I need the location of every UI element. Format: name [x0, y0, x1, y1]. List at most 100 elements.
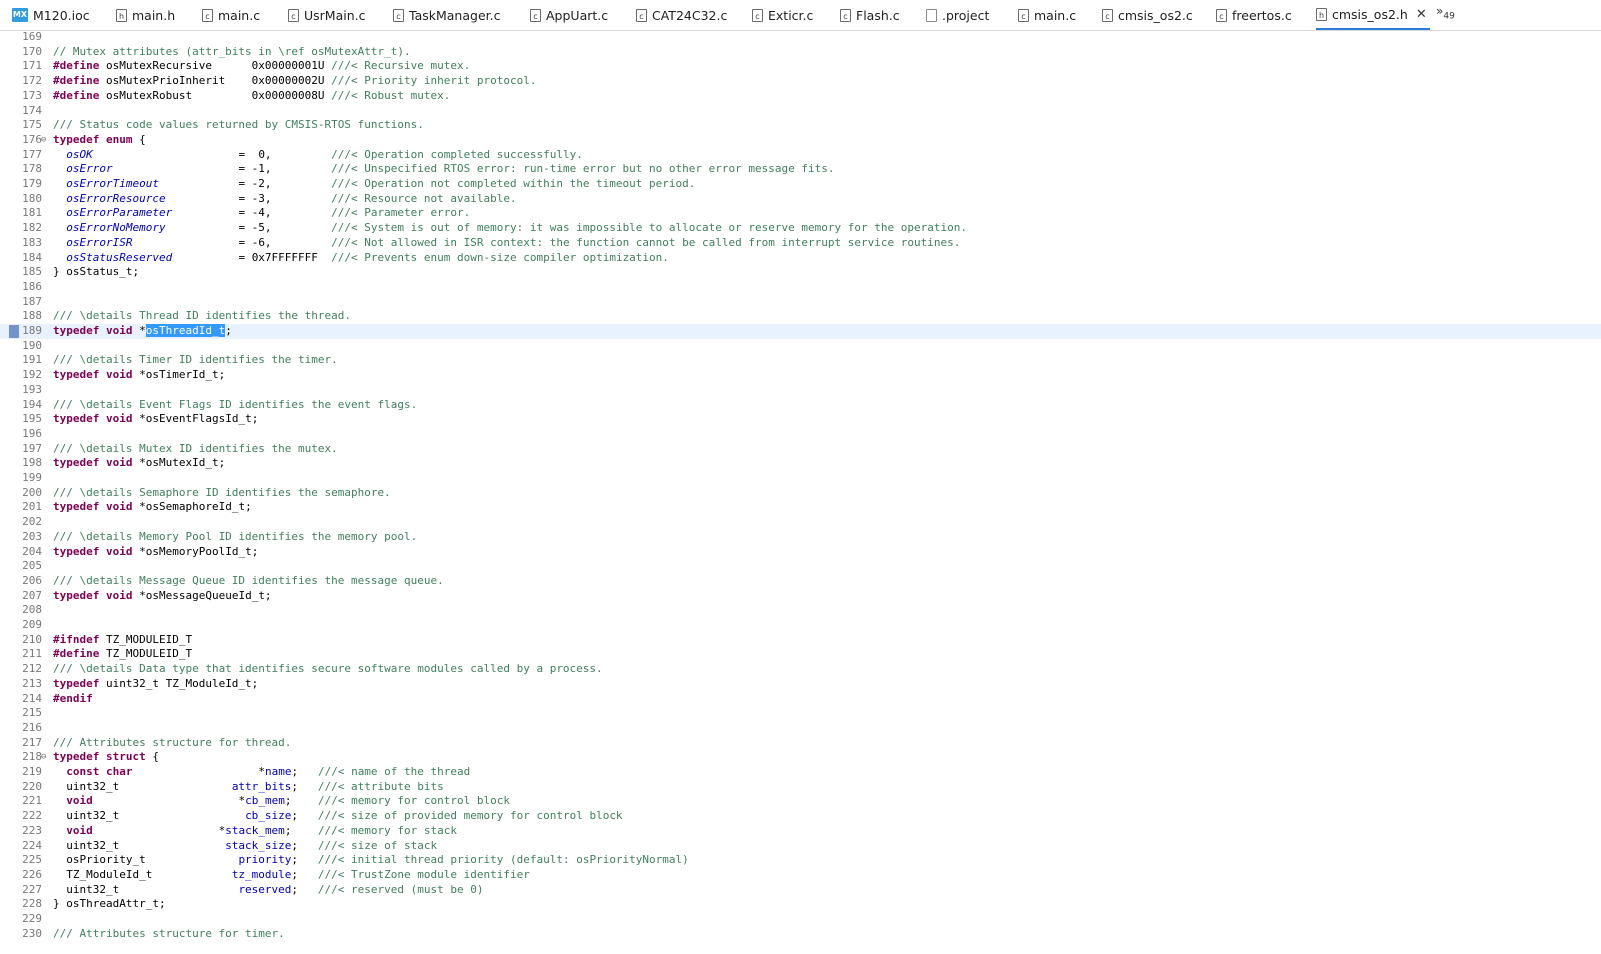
tab-usrmain-c[interactable]: c UsrMain.c — [288, 0, 388, 30]
tab-m120-ioc[interactable]: MX M120.ioc — [12, 0, 110, 30]
tab-main-h[interactable]: h main.h — [116, 0, 198, 30]
c-file-icon: c — [1216, 8, 1227, 22]
code-line[interactable]: 227 uint32_t reserved; ///< reserved (mu… — [0, 883, 1601, 898]
code-line[interactable]: 178 osError = -1, ///< Unspecified RTOS … — [0, 162, 1601, 177]
code-line[interactable]: 169 — [0, 30, 1601, 45]
code-line[interactable]: 201 typedef void *osSemaphoreId_t; — [0, 500, 1601, 515]
code-line[interactable]: 223 void *stack_mem; ///< memory for sta… — [0, 824, 1601, 839]
c-file-icon: c — [752, 8, 763, 22]
code-line[interactable]: 173 #define osMutexRobust 0x00000008U ///… — [0, 89, 1601, 104]
code-line[interactable]: 200 /// \details Semaphore ID identifies … — [0, 486, 1601, 501]
code-line[interactable]: 226 TZ_ModuleId_t tz_module; ///< TrustZ… — [0, 868, 1601, 883]
code-text: osErrorNoMemory = -5, ///< System is out… — [66, 221, 967, 235]
line-number: 204 — [22, 544, 42, 558]
code-line[interactable]: 214 #endif — [0, 692, 1601, 707]
tab-freertos-c[interactable]: c freertos.c — [1216, 0, 1312, 30]
code-line[interactable]: 221 void *cb_mem; ///< memory for contro… — [0, 794, 1601, 809]
tab-project[interactable]: .project — [926, 0, 1014, 30]
code-line[interactable]: 188 /// \details Thread ID identifies the… — [0, 309, 1601, 324]
line-number: 202 — [22, 515, 42, 529]
c-file-icon: c — [1102, 8, 1113, 22]
code-line[interactable]: 172 #define osMutexPrioInherit 0x00000002… — [0, 74, 1601, 89]
c-file-icon: c — [288, 8, 299, 22]
fold-collapse-icon[interactable]: ⊖ — [41, 750, 46, 765]
line-number: 224 — [22, 838, 42, 852]
code-line[interactable]: 187 — [0, 295, 1601, 310]
code-line[interactable]: 185} osStatus_t; — [0, 265, 1601, 280]
code-line[interactable]: 190 — [0, 339, 1601, 354]
code-line[interactable]: 229 — [0, 912, 1601, 927]
code-line[interactable]: 217 /// Attributes structure for thread. — [0, 736, 1601, 751]
code-text: /// \details Event Flags ID identifies t… — [53, 397, 418, 411]
code-line[interactable]: 208 — [0, 603, 1601, 618]
code-line[interactable]: 183 osErrorISR = -6, ///< Not allowed in… — [0, 236, 1601, 251]
code-line[interactable]: 228} osThreadAttr_t; — [0, 897, 1601, 912]
line-number: 220 — [22, 779, 42, 793]
code-line[interactable]: 180 osErrorResource = -3, ///< Resource … — [0, 192, 1601, 207]
tab-cmsis-os2-c[interactable]: c cmsis_os2.c — [1102, 0, 1212, 30]
selected-text: osThreadId_t — [145, 324, 226, 337]
tab-taskmanager-c[interactable]: c TaskManager.c — [393, 0, 525, 30]
code-line[interactable]: 206 /// \details Message Queue ID identif… — [0, 574, 1601, 589]
code-line[interactable]: 186 — [0, 280, 1601, 295]
code-text: osError = -1, ///< Unspecified RTOS erro… — [66, 162, 835, 176]
code-line[interactable]: 211 #define TZ_MODULEID_T — [0, 647, 1601, 662]
code-line[interactable]: 184 osStatusReserved = 0x7FFFFFFF ///< P… — [0, 251, 1601, 266]
code-line[interactable]: 202 — [0, 515, 1601, 530]
tab-main-c[interactable]: c main.c — [1018, 0, 1098, 30]
tab-label: CAT24C32.c — [652, 7, 728, 23]
code-line[interactable]: 193 — [0, 383, 1601, 398]
tab-appuart-c[interactable]: c AppUart.c — [530, 0, 632, 30]
code-line[interactable]: 213 typedef uint32_t TZ_ModuleId_t; — [0, 677, 1601, 692]
code-line[interactable]: 230 /// Attributes structure for timer. — [0, 927, 1601, 942]
c-file-icon: c — [393, 8, 404, 22]
code-line[interactable]: 189 typedef void *osThreadId_t; — [0, 324, 1601, 339]
code-editor[interactable]: 169 170 // Mutex attributes (attr_bits in … — [0, 30, 1601, 954]
tab-exticr-c[interactable]: c Exticr.c — [752, 0, 836, 30]
code-line[interactable]: 179 osErrorTimeout = -2, ///< Operation … — [0, 177, 1601, 192]
code-line[interactable]: 191 /// \details Timer ID identifies the … — [0, 353, 1601, 368]
code-line[interactable]: 218 ⊖ typedef struct { — [0, 750, 1601, 765]
code-line[interactable]: 177 osOK = 0, ///< Operation completed s… — [0, 148, 1601, 163]
code-line[interactable]: 210 #ifndef TZ_MODULEID_T — [0, 633, 1601, 648]
code-line[interactable]: 212 /// \details Data type that identifie… — [0, 662, 1601, 677]
line-number: 218 — [22, 750, 42, 764]
code-line[interactable]: 220 uint32_t attr_bits; ///< attribute b… — [0, 780, 1601, 795]
code-line[interactable]: 194 /// \details Event Flags ID identifie… — [0, 398, 1601, 413]
code-line[interactable]: 204 typedef void *osMemoryPoolId_t; — [0, 545, 1601, 560]
code-line[interactable]: 174 — [0, 104, 1601, 119]
code-line[interactable]: 216 — [0, 721, 1601, 736]
tab-cat24c32-c[interactable]: c CAT24C32.c — [636, 0, 748, 30]
code-text: #ifndef TZ_MODULEID_T — [53, 632, 193, 646]
code-line[interactable]: 170 // Mutex attributes (attr_bits in \re… — [0, 45, 1601, 60]
tab-main-c[interactable]: c main.c — [202, 0, 284, 30]
c-file-icon: c — [202, 8, 213, 22]
code-line[interactable]: 171 #define osMutexRecursive 0x00000001U … — [0, 59, 1601, 74]
code-line[interactable]: 199 — [0, 471, 1601, 486]
code-line[interactable]: 181 osErrorParameter = -4, ///< Paramete… — [0, 206, 1601, 221]
tab-label: main.c — [218, 7, 261, 23]
code-line[interactable]: 195 typedef void *osEventFlagsId_t; — [0, 412, 1601, 427]
code-line[interactable]: 224 uint32_t stack_size; ///< size of st… — [0, 839, 1601, 854]
code-line[interactable]: 182 osErrorNoMemory = -5, ///< System is… — [0, 221, 1601, 236]
code-line[interactable]: 192 typedef void *osTimerId_t; — [0, 368, 1601, 383]
code-line[interactable]: 207 typedef void *osMessageQueueId_t; — [0, 589, 1601, 604]
tab-overflow-button[interactable]: »49 — [1436, 4, 1455, 21]
tab-cmsis-os2-h[interactable]: h cmsis_os2.h ✕ — [1316, 0, 1430, 30]
code-line[interactable]: 219 const char *name; ///< name of the t… — [0, 765, 1601, 780]
code-line[interactable]: 196 — [0, 427, 1601, 442]
code-line[interactable]: 203 /// \details Memory Pool ID identifie… — [0, 530, 1601, 545]
code-line[interactable]: 222 uint32_t cb_size; ///< size of provi… — [0, 809, 1601, 824]
line-number: 227 — [22, 882, 42, 896]
code-line[interactable]: 175 /// Status code values returned by CM… — [0, 118, 1601, 133]
code-line[interactable]: 215 — [0, 706, 1601, 721]
code-line[interactable]: 225 osPriority_t priority; ///< initial … — [0, 853, 1601, 868]
code-line[interactable]: 209 — [0, 618, 1601, 633]
close-icon[interactable]: ✕ — [1416, 7, 1427, 22]
code-line[interactable]: 176 ⊖ typedef enum { — [0, 133, 1601, 148]
fold-collapse-icon[interactable]: ⊖ — [41, 133, 46, 148]
tab-flash-c[interactable]: c Flash.c — [840, 0, 922, 30]
code-line[interactable]: 198 typedef void *osMutexId_t; — [0, 456, 1601, 471]
code-line[interactable]: 197 /// \details Mutex ID identifies the … — [0, 442, 1601, 457]
code-line[interactable]: 205 — [0, 559, 1601, 574]
